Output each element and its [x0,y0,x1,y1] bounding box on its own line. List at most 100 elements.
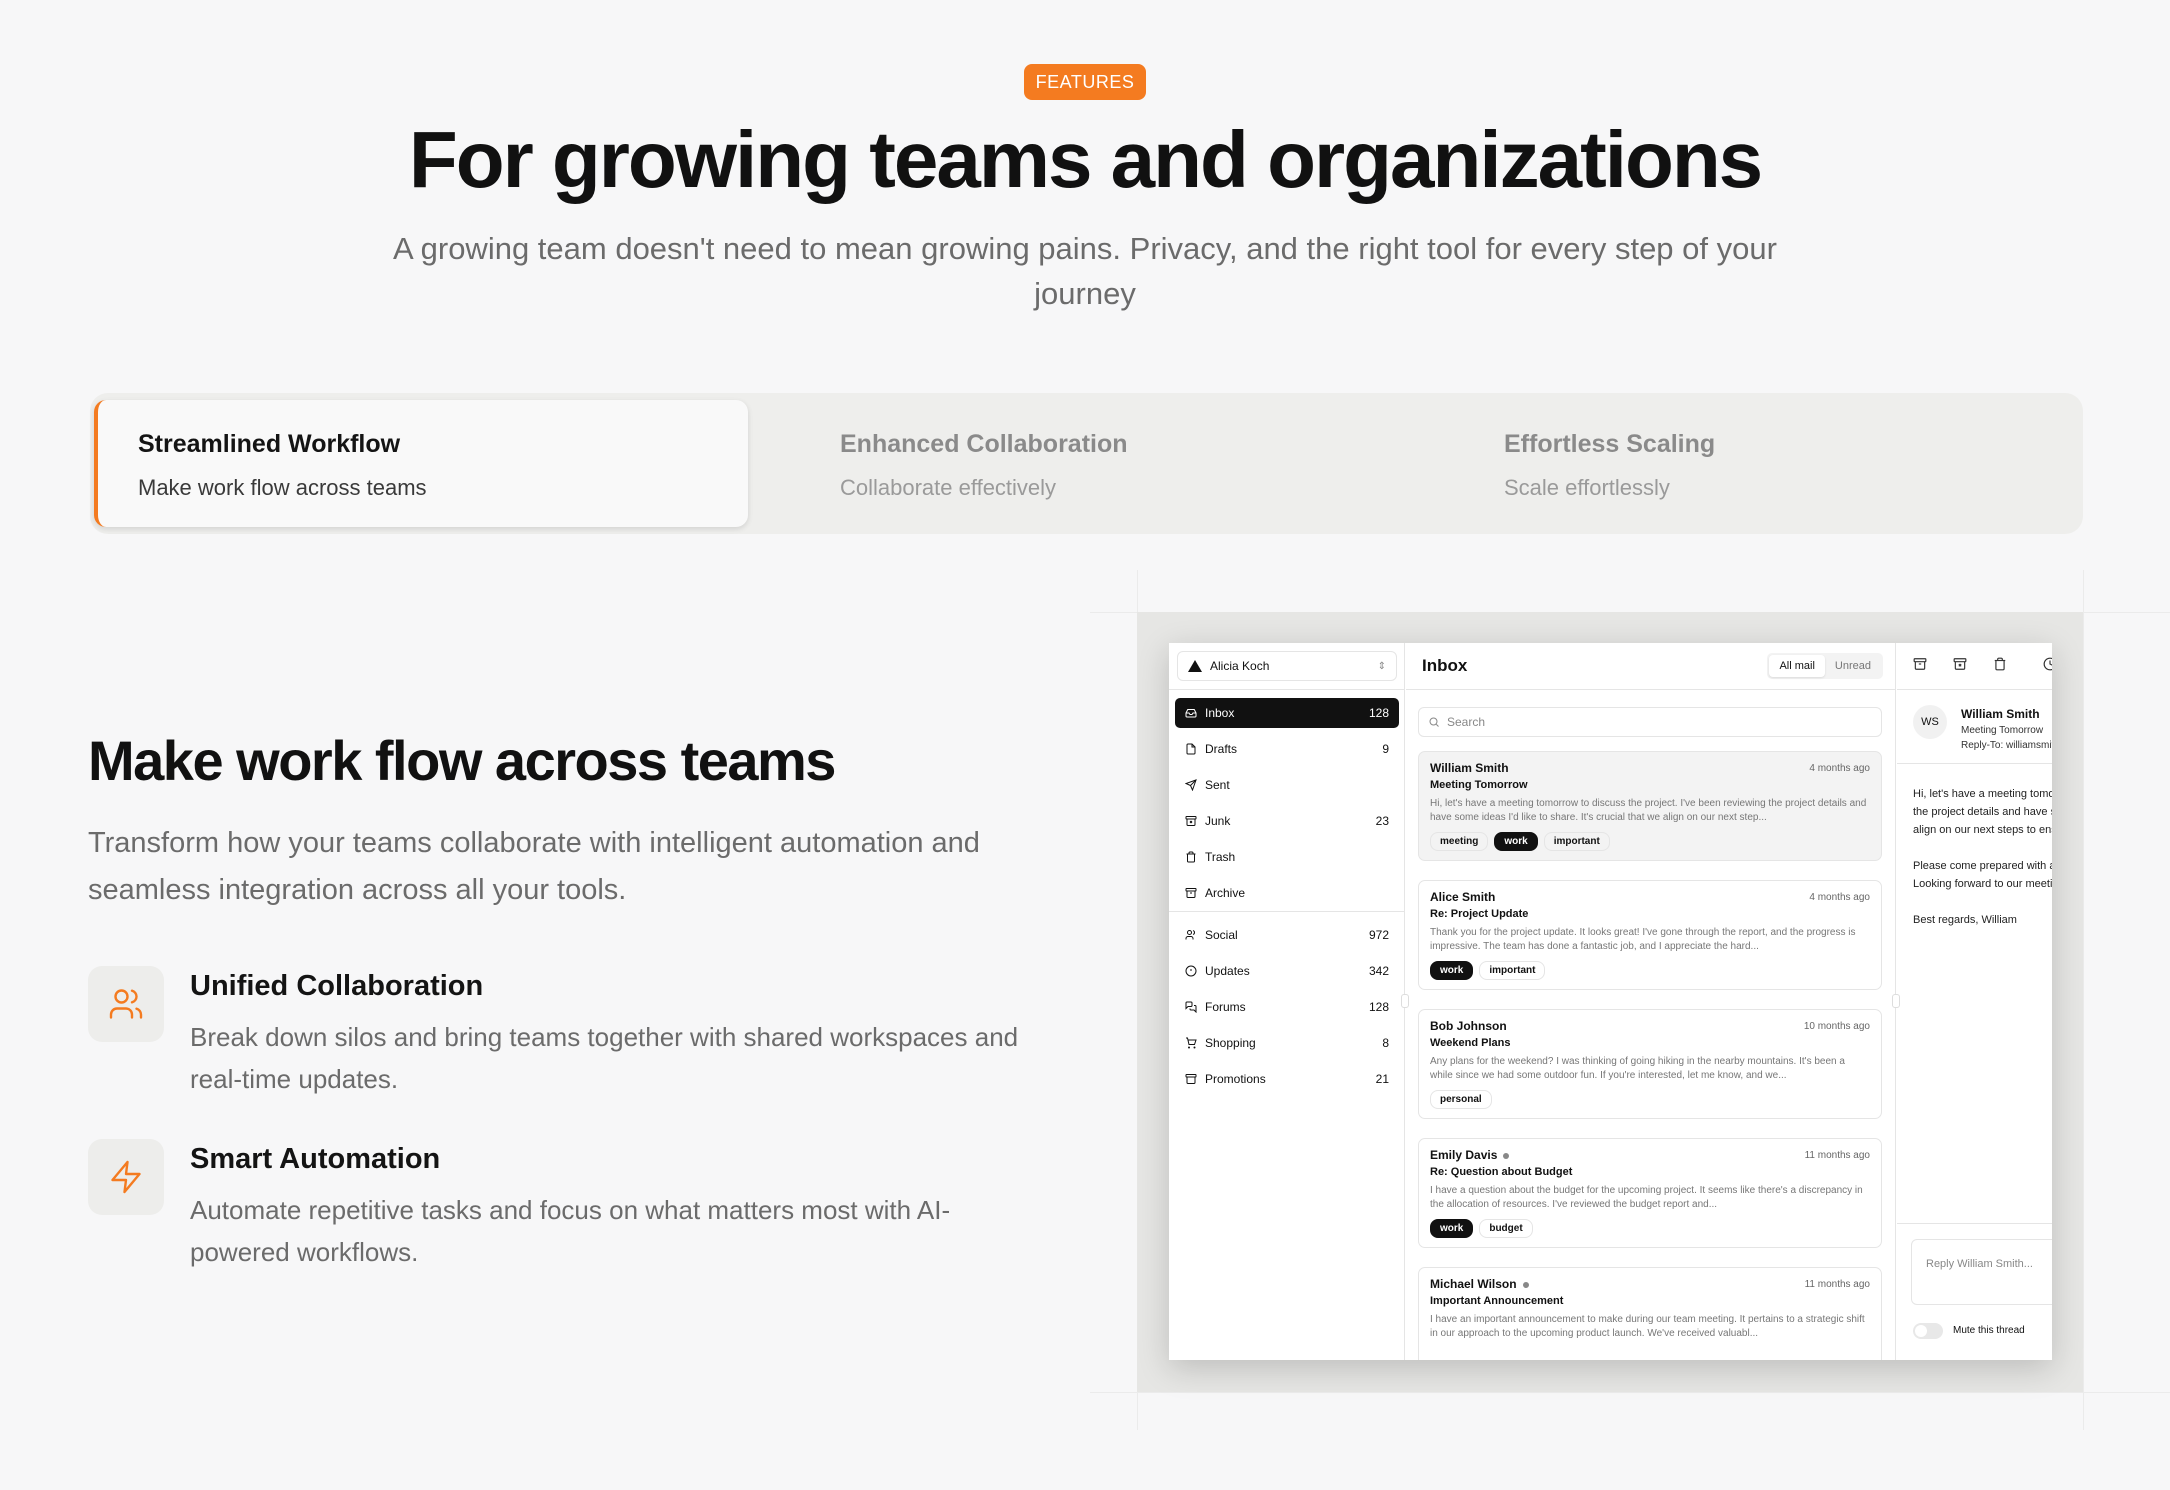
trash-icon[interactable] [1993,657,2007,676]
search-input[interactable]: Search [1418,707,1882,737]
mute-label: Mute this thread [1953,1325,2025,1336]
reader-reply-to: Reply-To: williamsmith@example.com [1961,740,2052,751]
mail-tags: personal [1430,1090,1870,1109]
feature-description: Break down silos and bring teams togethe… [190,1022,1019,1094]
tag: important [1543,832,1610,851]
mail-item[interactable]: Bob Johnson 10 months ago Weekend Plans … [1418,1009,1882,1119]
nav-item-archive[interactable]: Archive [1175,878,1399,908]
nav-count: 342 [1368,964,1389,978]
send-icon [1185,779,1197,791]
mail-filter: All mail Unread [1767,653,1883,679]
mail-date: 4 months ago [1809,892,1870,903]
mail-sender-name: Michael Wilson [1430,1277,1517,1291]
tab-title: Enhanced Collaboration [840,430,1128,458]
cart-icon [1185,1037,1197,1049]
tab-subtitle: Make work flow across teams [138,475,427,500]
mail-subject: Important Announcement [1430,1295,1564,1307]
unread-dot [1503,1152,1510,1159]
archive-x-icon [1185,815,1197,827]
unread-dot [1522,1281,1529,1288]
archive-icon [1185,887,1197,899]
nav-item-sent[interactable]: Sent [1175,770,1399,800]
tab-enhanced-collaboration[interactable]: Enhanced Collaboration Collaborate effec… [800,400,1440,527]
tag: personal [1430,1090,1492,1109]
tab-streamlined-workflow[interactable]: Streamlined Workflow Make work flow acro… [94,400,748,527]
nav-label: Archive [1205,886,1246,900]
account-switcher[interactable]: Alicia Koch ⇕ [1177,651,1397,681]
inbox-icon [1185,707,1197,719]
nav-count: 9 [1382,742,1389,756]
mail-sender: Alice Smith [1430,890,1496,904]
nav-label: Sent [1205,778,1230,792]
mail-subject: Weekend Plans [1430,1037,1511,1049]
filter-all-mail[interactable]: All mail [1769,655,1825,677]
divider [1169,911,1405,912]
tag: important [1479,961,1546,980]
divider [1897,1223,2052,1224]
page-subtitle: A growing team doesn't need to mean grow… [393,231,1777,311]
tag: work [1494,832,1538,851]
reader-sender: William Smith [1961,707,2040,721]
nav-count: 21 [1375,1072,1389,1086]
mail-date: 10 months ago [1803,1021,1870,1032]
nav-item-promotions[interactable]: Promotions 21 [1175,1064,1399,1094]
tab-title: Effortless Scaling [1504,430,1716,458]
tag: budget [1479,1219,1533,1238]
frame-line [2083,570,2084,1430]
features-badge: FEATURES [1024,64,1146,100]
mail-list-pane: Inbox All mail Unread Search William Smi… [1406,643,1900,1360]
tab-effortless-scaling[interactable]: Effortless Scaling Scale effortlessly [1464,400,2064,527]
reader-body-line: the project details and have some ideas … [1913,806,2052,818]
nav-item-trash[interactable]: Trash [1175,842,1399,872]
tag: work [1430,961,1474,980]
nav-label: Junk [1205,814,1231,828]
tag: work [1430,1219,1474,1238]
archive-icon [1185,1073,1197,1085]
section-title: Make work flow across teams [88,729,836,792]
trash-icon [1185,851,1197,863]
frame-line [1090,1392,2170,1393]
mail-item[interactable]: Alice Smith 4 months ago Re: Project Upd… [1418,880,1882,990]
mail-tags: work important [1430,961,1870,980]
tab-subtitle: Collaborate effectively [840,475,1057,500]
mute-toggle[interactable] [1913,1323,1943,1339]
nav-item-forums[interactable]: Forums 128 [1175,992,1399,1022]
section-description: Transform how your teams collaborate wit… [88,827,980,906]
mail-subject: Meeting Tomorrow [1430,779,1528,791]
reply-input[interactable]: Reply William Smith... [1911,1239,2052,1305]
mail-preview: Thank you for the project update. It loo… [1430,927,1856,952]
filter-unread[interactable]: Unread [1825,655,1881,677]
divider [1897,689,2052,690]
tag: meeting [1430,832,1489,851]
nav-item-shopping[interactable]: Shopping 8 [1175,1028,1399,1058]
nav-label: Inbox [1205,706,1235,720]
nav-item-updates[interactable]: Updates 342 [1175,956,1399,986]
archive-icon[interactable] [1913,657,1927,676]
divider [1169,689,1405,690]
mail-sidebar: Alicia Koch ⇕ Inbox 128 Drafts 9 Sent Ju… [1169,643,1409,1360]
mail-sender: William Smith [1430,761,1509,775]
nav-item-junk[interactable]: Junk 23 [1175,806,1399,836]
nav-label: Updates [1205,964,1250,978]
nav-item-inbox[interactable]: Inbox 128 [1175,698,1399,728]
nav-item-drafts[interactable]: Drafts 9 [1175,734,1399,764]
logo-icon [1188,660,1202,672]
mail-date: 4 months ago [1809,763,1870,774]
mail-item[interactable]: Emily Davis 11 months ago Re: Question a… [1418,1138,1882,1248]
mail-item[interactable]: William Smith 4 months ago Meeting Tomor… [1418,751,1882,861]
divider [1897,763,2052,764]
feature-tabs: Streamlined Workflow Make work flow acro… [90,393,2083,534]
page-title: For growing teams and organizations [408,115,1763,204]
mail-item[interactable]: Michael Wilson 11 months ago Important A… [1418,1267,1882,1360]
nav-item-social[interactable]: Social 972 [1175,920,1399,950]
alert-circle-icon [1185,965,1197,977]
zap-icon [88,1139,164,1215]
archive-x-icon[interactable] [1953,657,1967,676]
nav-label: Shopping [1205,1036,1256,1050]
mail-tags: work budget [1430,1219,1870,1238]
clock-icon[interactable] [2043,657,2052,676]
users-icon [88,966,164,1042]
account-name: Alicia Koch [1210,659,1270,673]
nav-label: Trash [1205,850,1236,864]
mail-date: 11 months ago [1804,1279,1870,1290]
